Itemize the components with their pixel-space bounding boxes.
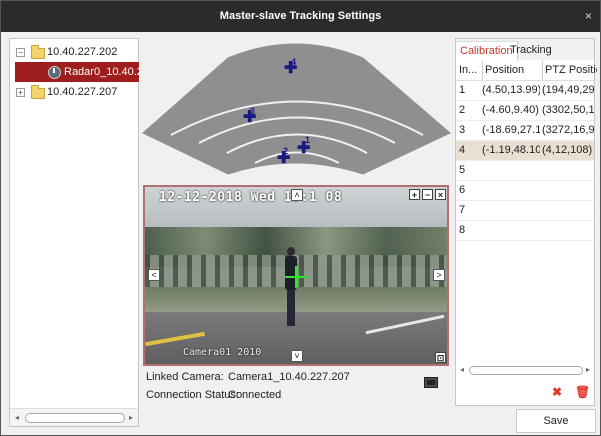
osd-timestamp: 12-12-2018 Wed 15:1 08 [159,190,343,205]
folder-icon [31,85,45,99]
delete-point-icon[interactable]: ✖ [552,385,562,399]
expand-icon[interactable]: + [16,88,25,97]
crosshair-icon [295,266,297,288]
collapse-icon[interactable]: − [16,48,25,57]
column-header-position[interactable]: Position [482,61,543,80]
tree-horizontal-scrollbar[interactable]: ◂ ▸ [10,408,138,426]
fullscreen-icon[interactable]: ⊡ [435,352,446,363]
table-row[interactable]: 1 (4.50,13.99) (194,49,29) [456,81,594,101]
table-row[interactable]: 5 [456,161,594,181]
cell-index: 8 [459,224,466,236]
scroll-left-icon[interactable]: ◂ [457,363,467,376]
linked-camera-row: Linked Camera: Camera1_10.40.227.207 [146,370,446,384]
cell-index: 3 [459,124,466,136]
linked-camera-label: Linked Camera: [146,371,224,383]
table-row[interactable]: 3 (-18.69,27.10) (3272,16,97) [456,121,594,141]
table-header: In... Position PTZ Position [456,61,597,81]
person-head [287,247,295,256]
cell-index: 2 [459,104,466,116]
pan-right-button[interactable]: > [433,269,445,281]
scroll-right-icon[interactable]: ▸ [125,409,137,426]
tree-item-label: 10.40.227.202 [47,46,118,58]
folder-icon [31,45,45,59]
monitor-icon[interactable] [424,377,438,388]
person-legs [287,290,295,326]
cell-index: 5 [459,164,466,176]
device-tree: − 10.40.227.202 Radar0_10.40.227.202 + 1… [9,38,139,427]
column-header-ptz[interactable]: PTZ Position [542,61,597,80]
pan-up-button[interactable]: ˄ [291,189,303,201]
cell-position: (-4.60,9.40) [482,104,539,116]
cell-ptz: (4,12,108) [542,144,593,156]
marker-label: 4 [291,57,297,67]
table-row[interactable]: 2 (-4.60,9.40) (3302,50,19) [456,101,594,121]
live-video-view[interactable]: 12-12-2018 Wed 15:1 08 Camera01 2010 ˄ ˅… [143,185,449,366]
tab-bar: Calibration Tracking [456,39,594,61]
tree-item-label: 10.40.227.207 [47,86,118,98]
scroll-thumb[interactable] [25,413,125,423]
radar-fan-graphic [142,43,451,175]
cell-ptz: (3272,16,97) [542,124,594,136]
cell-position: (4.50,13.99) [482,84,540,96]
tracking-settings-window: Master-slave Tracking Settings × − 10.40… [0,0,601,436]
table-row[interactable]: 7 [456,201,594,221]
save-button[interactable]: Save [516,409,596,433]
table-row-selected[interactable]: 4 (-1.19,48.10) (4,12,108) [456,141,594,161]
tree-item-label: Radar0_10.40.227.202 [64,66,139,78]
linked-camera-value: Camera1_10.40.227.207 [228,371,350,383]
calibration-panel: Calibration Tracking In... Position PTZ … [455,38,597,406]
scroll-left-icon[interactable]: ◂ [11,409,23,426]
marker-label: 2 [283,146,289,156]
pan-down-button[interactable]: ˅ [291,350,303,362]
pan-left-button[interactable]: < [148,269,160,281]
cell-index: 1 [459,84,466,96]
tree-item-radar[interactable]: Radar0_10.40.227.202 [15,62,139,82]
marker-label: 1 [305,135,311,145]
cell-ptz: (194,49,29) [542,84,594,96]
osd-camera-label: Camera01 2010 [183,347,262,358]
cell-position: (-18.69,27.10) [482,124,540,136]
scroll-right-icon[interactable]: ▸ [583,363,593,376]
close-video-button[interactable]: × [435,189,446,200]
connection-status-value: Connected [228,389,282,401]
zoom-out-button[interactable]: − [422,189,433,200]
cell-index: 4 [459,144,466,156]
connection-status-label: Connection Status: [146,389,239,401]
close-icon[interactable]: × [585,1,592,32]
table-horizontal-scrollbar[interactable]: ◂ ▸ [456,363,594,376]
cell-index: 7 [459,204,466,216]
cell-ptz: (3302,50,19) [542,104,594,116]
connection-status-row: Connection Status: Connected [146,388,446,402]
table-row[interactable]: 6 [456,181,594,201]
tab-tracking[interactable]: Tracking [506,41,556,60]
zoom-in-button[interactable]: + [409,189,420,200]
scroll-thumb[interactable] [469,366,583,375]
title-bar: Master-slave Tracking Settings × [1,1,600,32]
radar-icon [48,66,61,79]
marker-label: 3 [250,106,256,116]
radar-coverage-map[interactable]: ✚ 4 ✚ 3 ✚ 2 ✚ 1 [141,38,453,178]
window-title: Master-slave Tracking Settings [219,10,382,22]
cell-index: 6 [459,184,466,196]
cell-position: (-1.19,48.10) [482,144,540,156]
column-header-index[interactable]: In... [459,61,480,80]
tree-item-host-202[interactable]: − 10.40.227.202 [10,42,138,62]
tree-item-host-207[interactable]: + 10.40.227.207 [10,82,138,102]
table-row[interactable]: 8 [456,221,594,241]
trash-icon[interactable]: 🗑 [575,385,590,399]
